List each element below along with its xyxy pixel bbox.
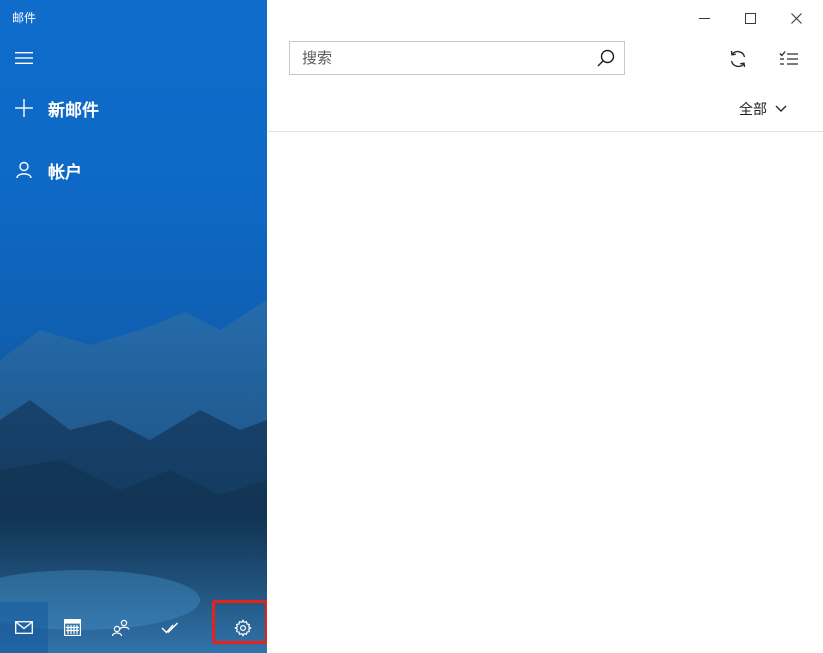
chevron-down-icon [775,105,787,112]
menu-button[interactable] [11,46,37,70]
close-icon [790,12,802,24]
filter-label: 全部 [739,102,767,118]
person-icon [16,161,32,179]
search-box [289,41,625,75]
settings-button[interactable] [219,602,267,653]
minimize-button[interactable] [681,4,727,32]
people-switch-button[interactable] [97,602,145,653]
hamburger-icon [15,52,33,64]
todo-switch-button[interactable] [145,602,193,653]
app-title: 邮件 [12,11,37,25]
gear-icon [233,618,252,637]
message-list-pane: 全部 [267,0,823,653]
accounts-button[interactable]: 帐户 [0,148,267,192]
selection-mode-button[interactable] [771,42,807,76]
calendar-icon [64,619,82,636]
sync-icon [730,50,746,68]
header-divider [267,131,823,132]
mail-app-window: 邮件 新邮件 帐户 搜索 全部 [0,0,823,653]
navigation-pane: 邮件 新邮件 帐户 [0,0,267,653]
search-input[interactable] [290,43,588,73]
search-button[interactable] [588,42,624,74]
search-icon [597,49,615,67]
todo-check-icon [161,622,178,634]
maximize-icon [744,12,756,24]
maximize-button[interactable] [727,4,773,32]
sync-button[interactable] [720,42,756,76]
select-mode-icon [779,51,798,65]
bottom-bar-spacer [194,602,219,653]
mail-icon [15,621,34,634]
close-button[interactable] [773,4,819,32]
calendar-switch-button[interactable] [48,602,96,653]
minimize-icon [698,17,710,19]
new-mail-button[interactable]: 新邮件 [0,86,267,130]
new-mail-label: 新邮件 [48,100,99,121]
people-icon [112,619,130,636]
accounts-label: 帐户 [48,162,82,183]
plus-icon [15,99,33,117]
app-switcher-bar [0,602,267,653]
mail-switch-button[interactable] [0,602,49,653]
filter-dropdown[interactable]: 全部 [739,97,787,121]
